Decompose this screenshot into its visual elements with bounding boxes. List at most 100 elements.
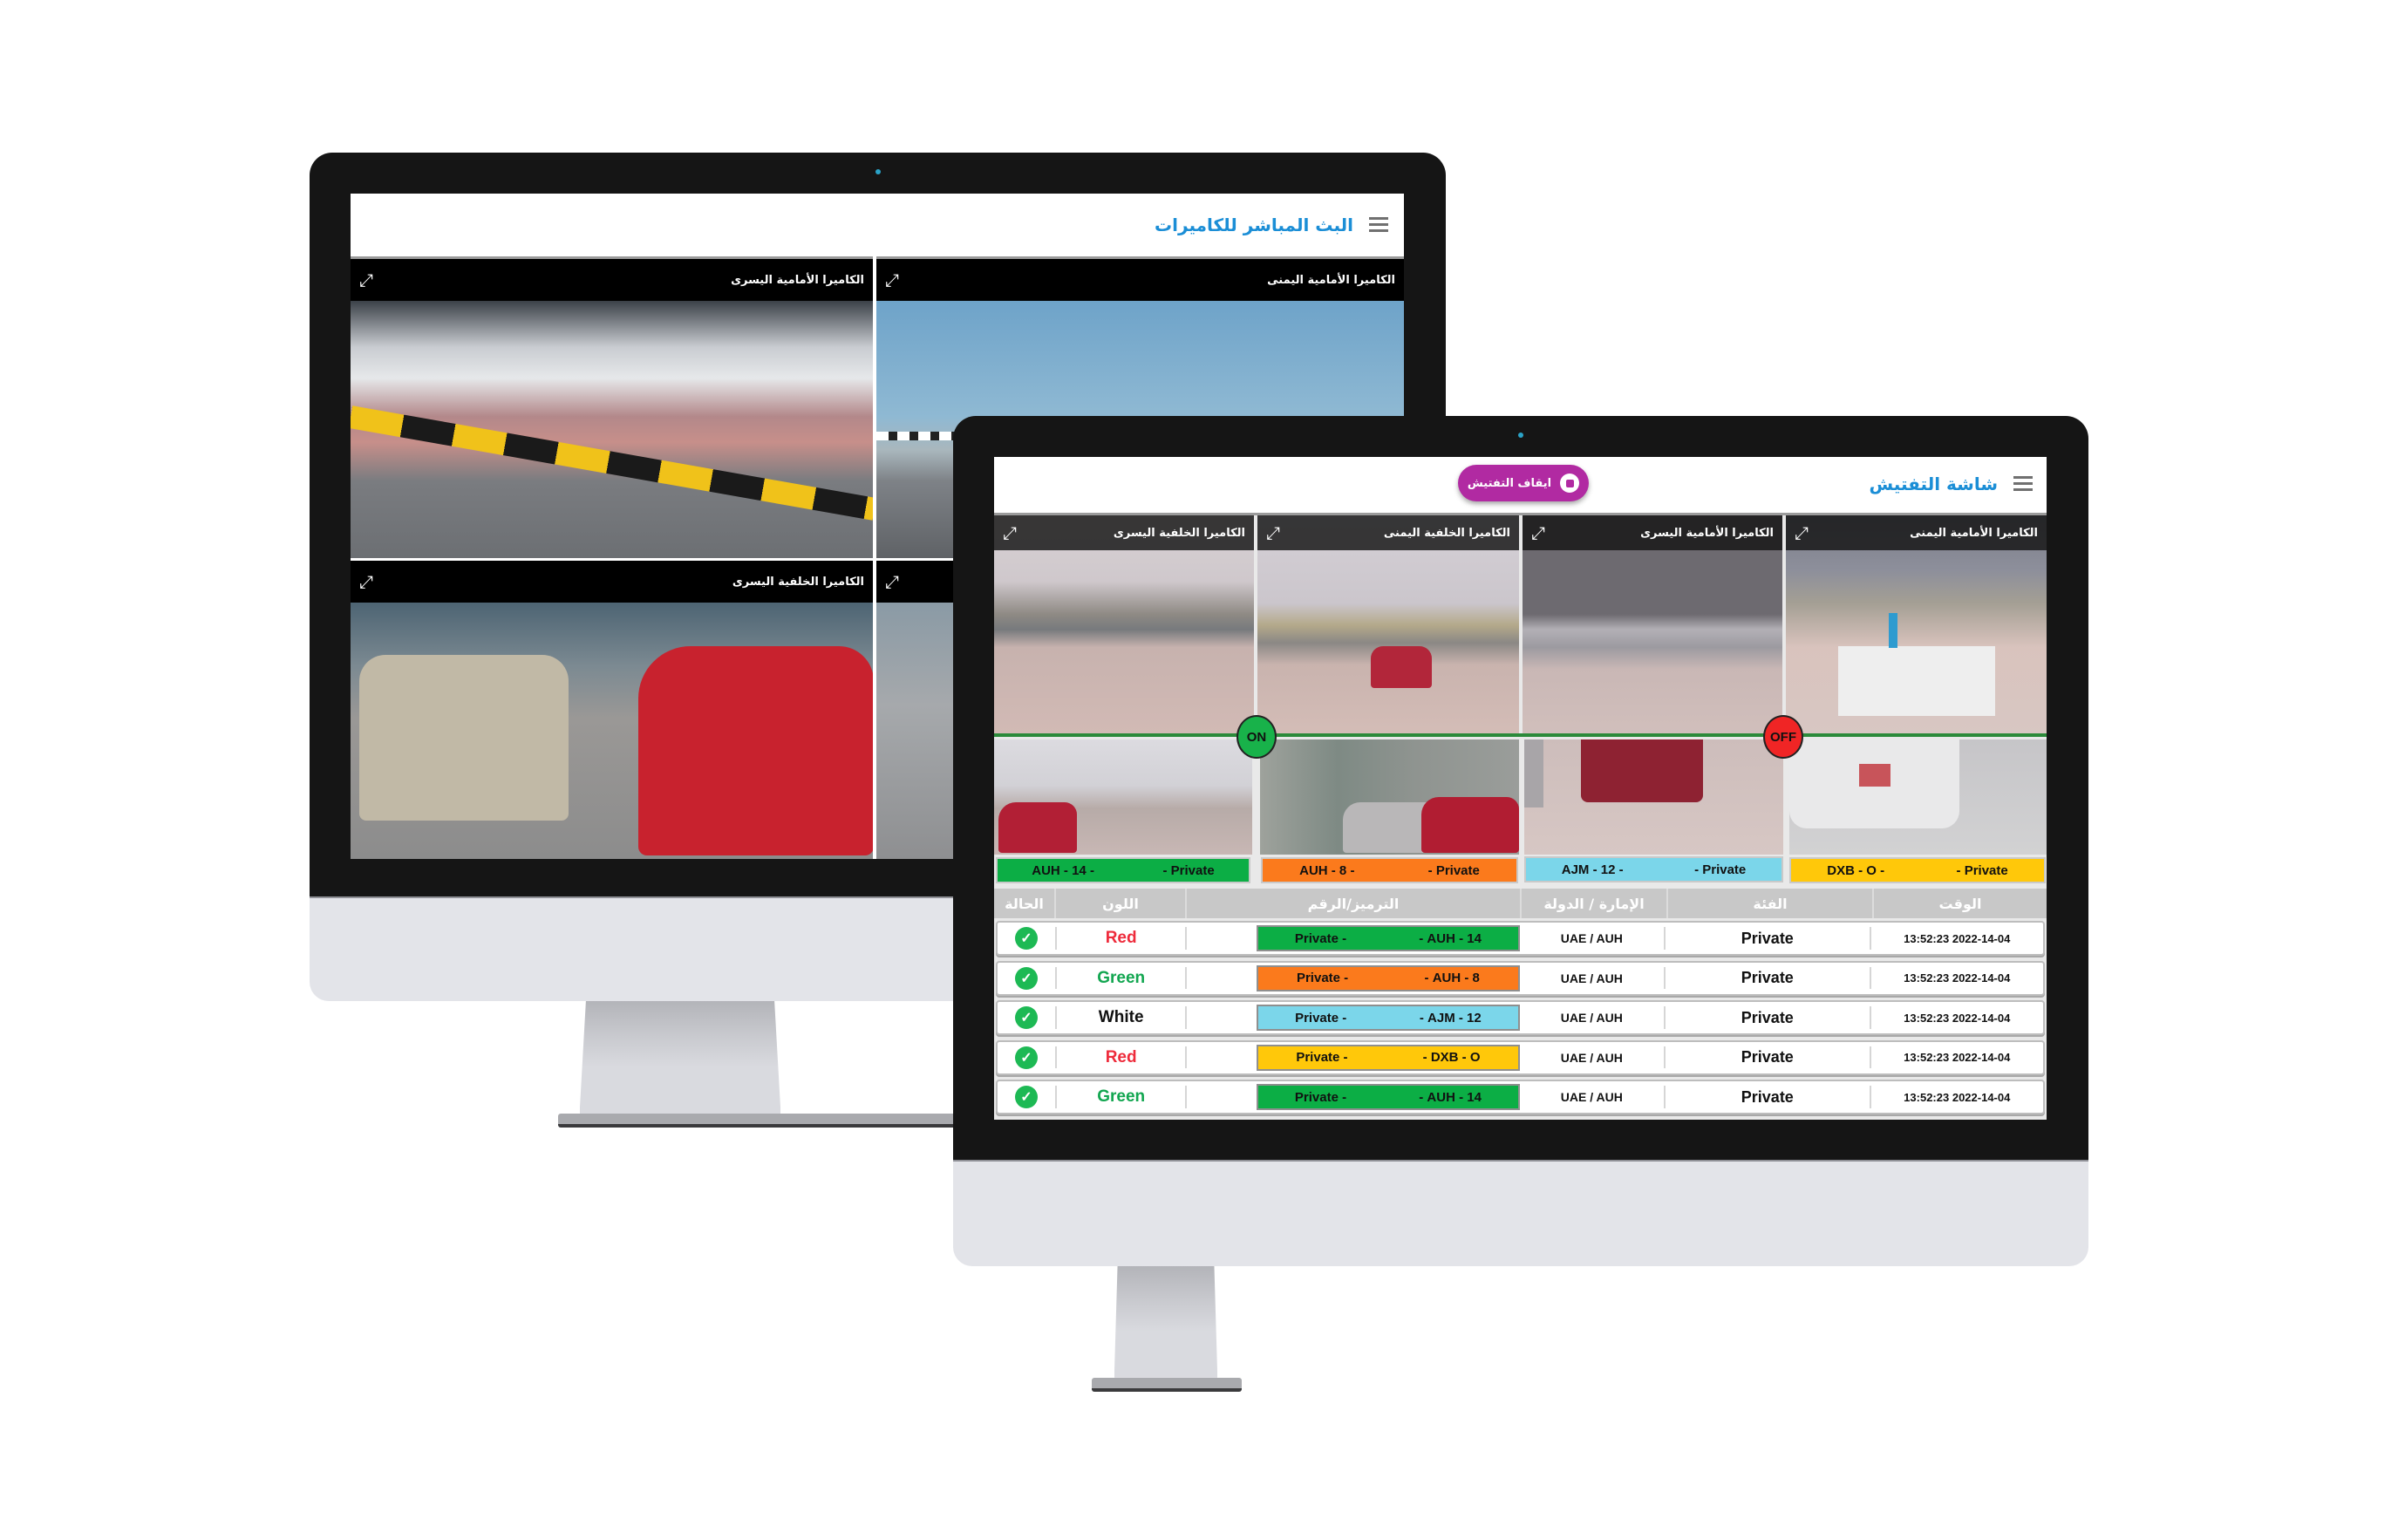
table-row[interactable]: 2022-14-04 13:52:23 Private UAE / AUH AU… bbox=[996, 960, 2045, 996]
page-title: شاشة التفتيش bbox=[1869, 474, 1998, 494]
plate-badge: AUH - 14 -- Private bbox=[1257, 1084, 1520, 1110]
plate-badge: DXB - O -- Private bbox=[1789, 857, 2046, 883]
plate-badge: AJM - 12 -- Private bbox=[1257, 1005, 1520, 1031]
column-header-category[interactable]: الفئة bbox=[1666, 889, 1872, 918]
camera-label: الكاميرا الأمامية اليسرى bbox=[1640, 526, 1774, 540]
camera-feed bbox=[351, 301, 873, 558]
plate-cell: AJM - 12 -- Private bbox=[1253, 1002, 1520, 1033]
camera-label: الكاميرا الخلفية اليسرى bbox=[732, 575, 864, 589]
status-cell: ✓ bbox=[998, 1042, 1055, 1073]
expand-icon[interactable]: ⤢ bbox=[1795, 524, 1809, 542]
plate-badge: AUH - 14 -- Private bbox=[996, 857, 1250, 883]
camera-header: ⤢ الكاميرا الخلفية اليسرى bbox=[351, 561, 873, 603]
time-cell: 2022-14-04 13:52:23 bbox=[1904, 931, 2011, 945]
category-cell: Private bbox=[1741, 1048, 1794, 1066]
color-cell: Red bbox=[1105, 929, 1137, 947]
hamburger-menu-icon[interactable] bbox=[2013, 473, 2033, 494]
expand-icon[interactable]: ⤢ bbox=[1266, 524, 1280, 542]
category-cell: Private bbox=[1741, 969, 1794, 986]
page-title: البث المباشر للكاميرات bbox=[1155, 215, 1353, 235]
table-row[interactable]: 2022-14-04 13:52:23 Private UAE / AUH DX… bbox=[996, 1039, 2045, 1075]
plate-badge: AJM - 12 -- Private bbox=[1524, 856, 1783, 882]
camera-tile-rear-left[interactable]: ⤢ الكاميرا الخلفية اليسرى bbox=[994, 515, 1254, 735]
capture-snapshot[interactable] bbox=[994, 739, 1252, 855]
emirate-cell: UAE / AUH bbox=[1560, 1050, 1623, 1065]
status-cell: ✓ bbox=[998, 1081, 1055, 1113]
check-circle-icon: ✓ bbox=[1014, 927, 1038, 950]
expand-icon[interactable]: ⤢ bbox=[1531, 524, 1545, 542]
capture-snapshot[interactable] bbox=[1789, 739, 2047, 855]
camera-tile-front-left[interactable]: ⤢ الكاميرا الأمامية اليسرى bbox=[1523, 515, 1782, 735]
capture-snapshot[interactable] bbox=[1260, 739, 1519, 855]
expand-icon[interactable]: ⤢ bbox=[1003, 524, 1017, 542]
camera-header: ⤢ الكاميرا الخلفية اليسرى bbox=[994, 515, 1254, 550]
column-header-status[interactable]: الحالة bbox=[994, 889, 1054, 918]
back-monitor-stand bbox=[580, 1001, 780, 1114]
camera-feed bbox=[351, 603, 873, 859]
status-badge-off: OFF bbox=[1763, 715, 1803, 759]
column-header-emirate[interactable]: الإمارة / الدولة bbox=[1520, 889, 1666, 918]
expand-icon[interactable]: ⤢ bbox=[359, 573, 373, 590]
capture-snapshot[interactable] bbox=[1524, 739, 1783, 855]
camera-tile-rear-left[interactable]: ⤢ الكاميرا الخلفية اليسرى bbox=[351, 561, 873, 859]
plate-cell: AUH - 14 -- Private bbox=[1253, 1081, 1520, 1113]
table-row[interactable]: 2022-14-04 13:52:23 Private UAE / AUH AJ… bbox=[996, 1000, 2045, 1035]
car-silver bbox=[1524, 739, 1543, 807]
expand-icon[interactable]: ⤢ bbox=[885, 573, 899, 590]
expand-icon[interactable]: ⤢ bbox=[359, 271, 373, 289]
status-line bbox=[994, 733, 2047, 737]
camera-header: ⤢ الكاميرا الأمامية اليسرى bbox=[1523, 515, 1782, 550]
car-silver bbox=[359, 655, 569, 821]
expand-icon[interactable]: ⤢ bbox=[885, 271, 899, 289]
table-row[interactable]: 2022-14-04 13:52:23 Private UAE / AUH AU… bbox=[996, 921, 2045, 956]
time-cell: 2022-14-04 13:52:23 bbox=[1904, 1090, 2011, 1104]
app-header: شاشة التفتيش ايقاف التفتيش bbox=[994, 457, 2047, 515]
column-header-plate[interactable]: الترميز/الرقم bbox=[1185, 889, 1520, 918]
front-monitor-base bbox=[1092, 1378, 1242, 1392]
check-circle-icon: ✓ bbox=[1014, 966, 1038, 990]
car-red bbox=[1371, 646, 1432, 688]
color-cell: White bbox=[1098, 1008, 1144, 1026]
inspection-screen: شاشة التفتيش ايقاف التفتيش ⤢ الكاميرا ال… bbox=[994, 457, 2047, 1120]
plate-badge: AUH - 8 -- Private bbox=[1261, 857, 1518, 883]
category-cell: Private bbox=[1741, 929, 1794, 947]
plate-cell: AUH - 8 -- Private bbox=[1253, 963, 1520, 994]
emirate-cell: UAE / AUH bbox=[1560, 971, 1623, 985]
plate-badge: DXB - O -- Private bbox=[1257, 1044, 1520, 1071]
front-monitor-chin bbox=[953, 1160, 2088, 1266]
check-circle-icon: ✓ bbox=[1014, 1086, 1038, 1108]
camera-tile-front-right[interactable]: ⤢ الكاميرا الأمامية اليمنى bbox=[1786, 515, 2047, 735]
camera-tile-rear-right[interactable]: ⤢ الكاميرا الخلفية اليمنى bbox=[1257, 515, 1519, 735]
camera-label: الكاميرا الأمامية اليمنى bbox=[1910, 526, 2038, 540]
plate-cell: DXB - O -- Private bbox=[1253, 1042, 1520, 1073]
license-plate bbox=[1859, 764, 1890, 787]
check-circle-icon: ✓ bbox=[1014, 1046, 1038, 1069]
stop-inspection-button[interactable]: ايقاف التفتيش bbox=[1458, 465, 1589, 501]
camera-label: الكاميرا الخلفية اليمنى bbox=[1383, 526, 1510, 540]
car-red bbox=[1421, 797, 1519, 853]
emirate-cell: UAE / AUH bbox=[1560, 931, 1623, 945]
back-monitor-base bbox=[558, 1114, 959, 1128]
camera-header: ⤢ الكاميرا الأمامية اليمنى bbox=[876, 259, 1404, 301]
camera-label: الكاميرا الخلفية اليسرى bbox=[1113, 526, 1245, 540]
app-header: البث المباشر للكاميرات bbox=[351, 194, 1404, 259]
camera-tile-front-left[interactable]: ⤢ الكاميرا الأمامية اليسرى bbox=[351, 259, 873, 558]
camera-label: الكاميرا الأمامية اليسرى bbox=[731, 273, 864, 287]
status-cell: ✓ bbox=[998, 963, 1055, 994]
plate-cell: AUH - 14 -- Private bbox=[1253, 923, 1520, 954]
check-circle-icon: ✓ bbox=[1014, 1006, 1038, 1029]
webcam-dot bbox=[875, 169, 881, 174]
column-header-time[interactable]: الوقت bbox=[1872, 889, 2047, 918]
webcam-dot bbox=[1518, 433, 1523, 438]
table-row[interactable]: 2022-14-04 13:52:23 Private UAE / AUH AU… bbox=[996, 1080, 2045, 1114]
hamburger-menu-icon[interactable] bbox=[1369, 214, 1388, 235]
stop-icon bbox=[1560, 474, 1580, 493]
blue-pipe bbox=[1889, 613, 1897, 648]
status-cell: ✓ bbox=[998, 923, 1055, 954]
plate-badge: AUH - 8 -- Private bbox=[1257, 964, 1520, 991]
emirate-cell: UAE / AUH bbox=[1560, 1011, 1623, 1025]
column-header-color[interactable]: اللون bbox=[1054, 889, 1185, 918]
category-cell: Private bbox=[1741, 1087, 1794, 1106]
stop-inspection-label: ايقاف التفتيش bbox=[1467, 476, 1552, 490]
camera-header: ⤢ الكاميرا الأمامية اليسرى bbox=[351, 259, 873, 301]
